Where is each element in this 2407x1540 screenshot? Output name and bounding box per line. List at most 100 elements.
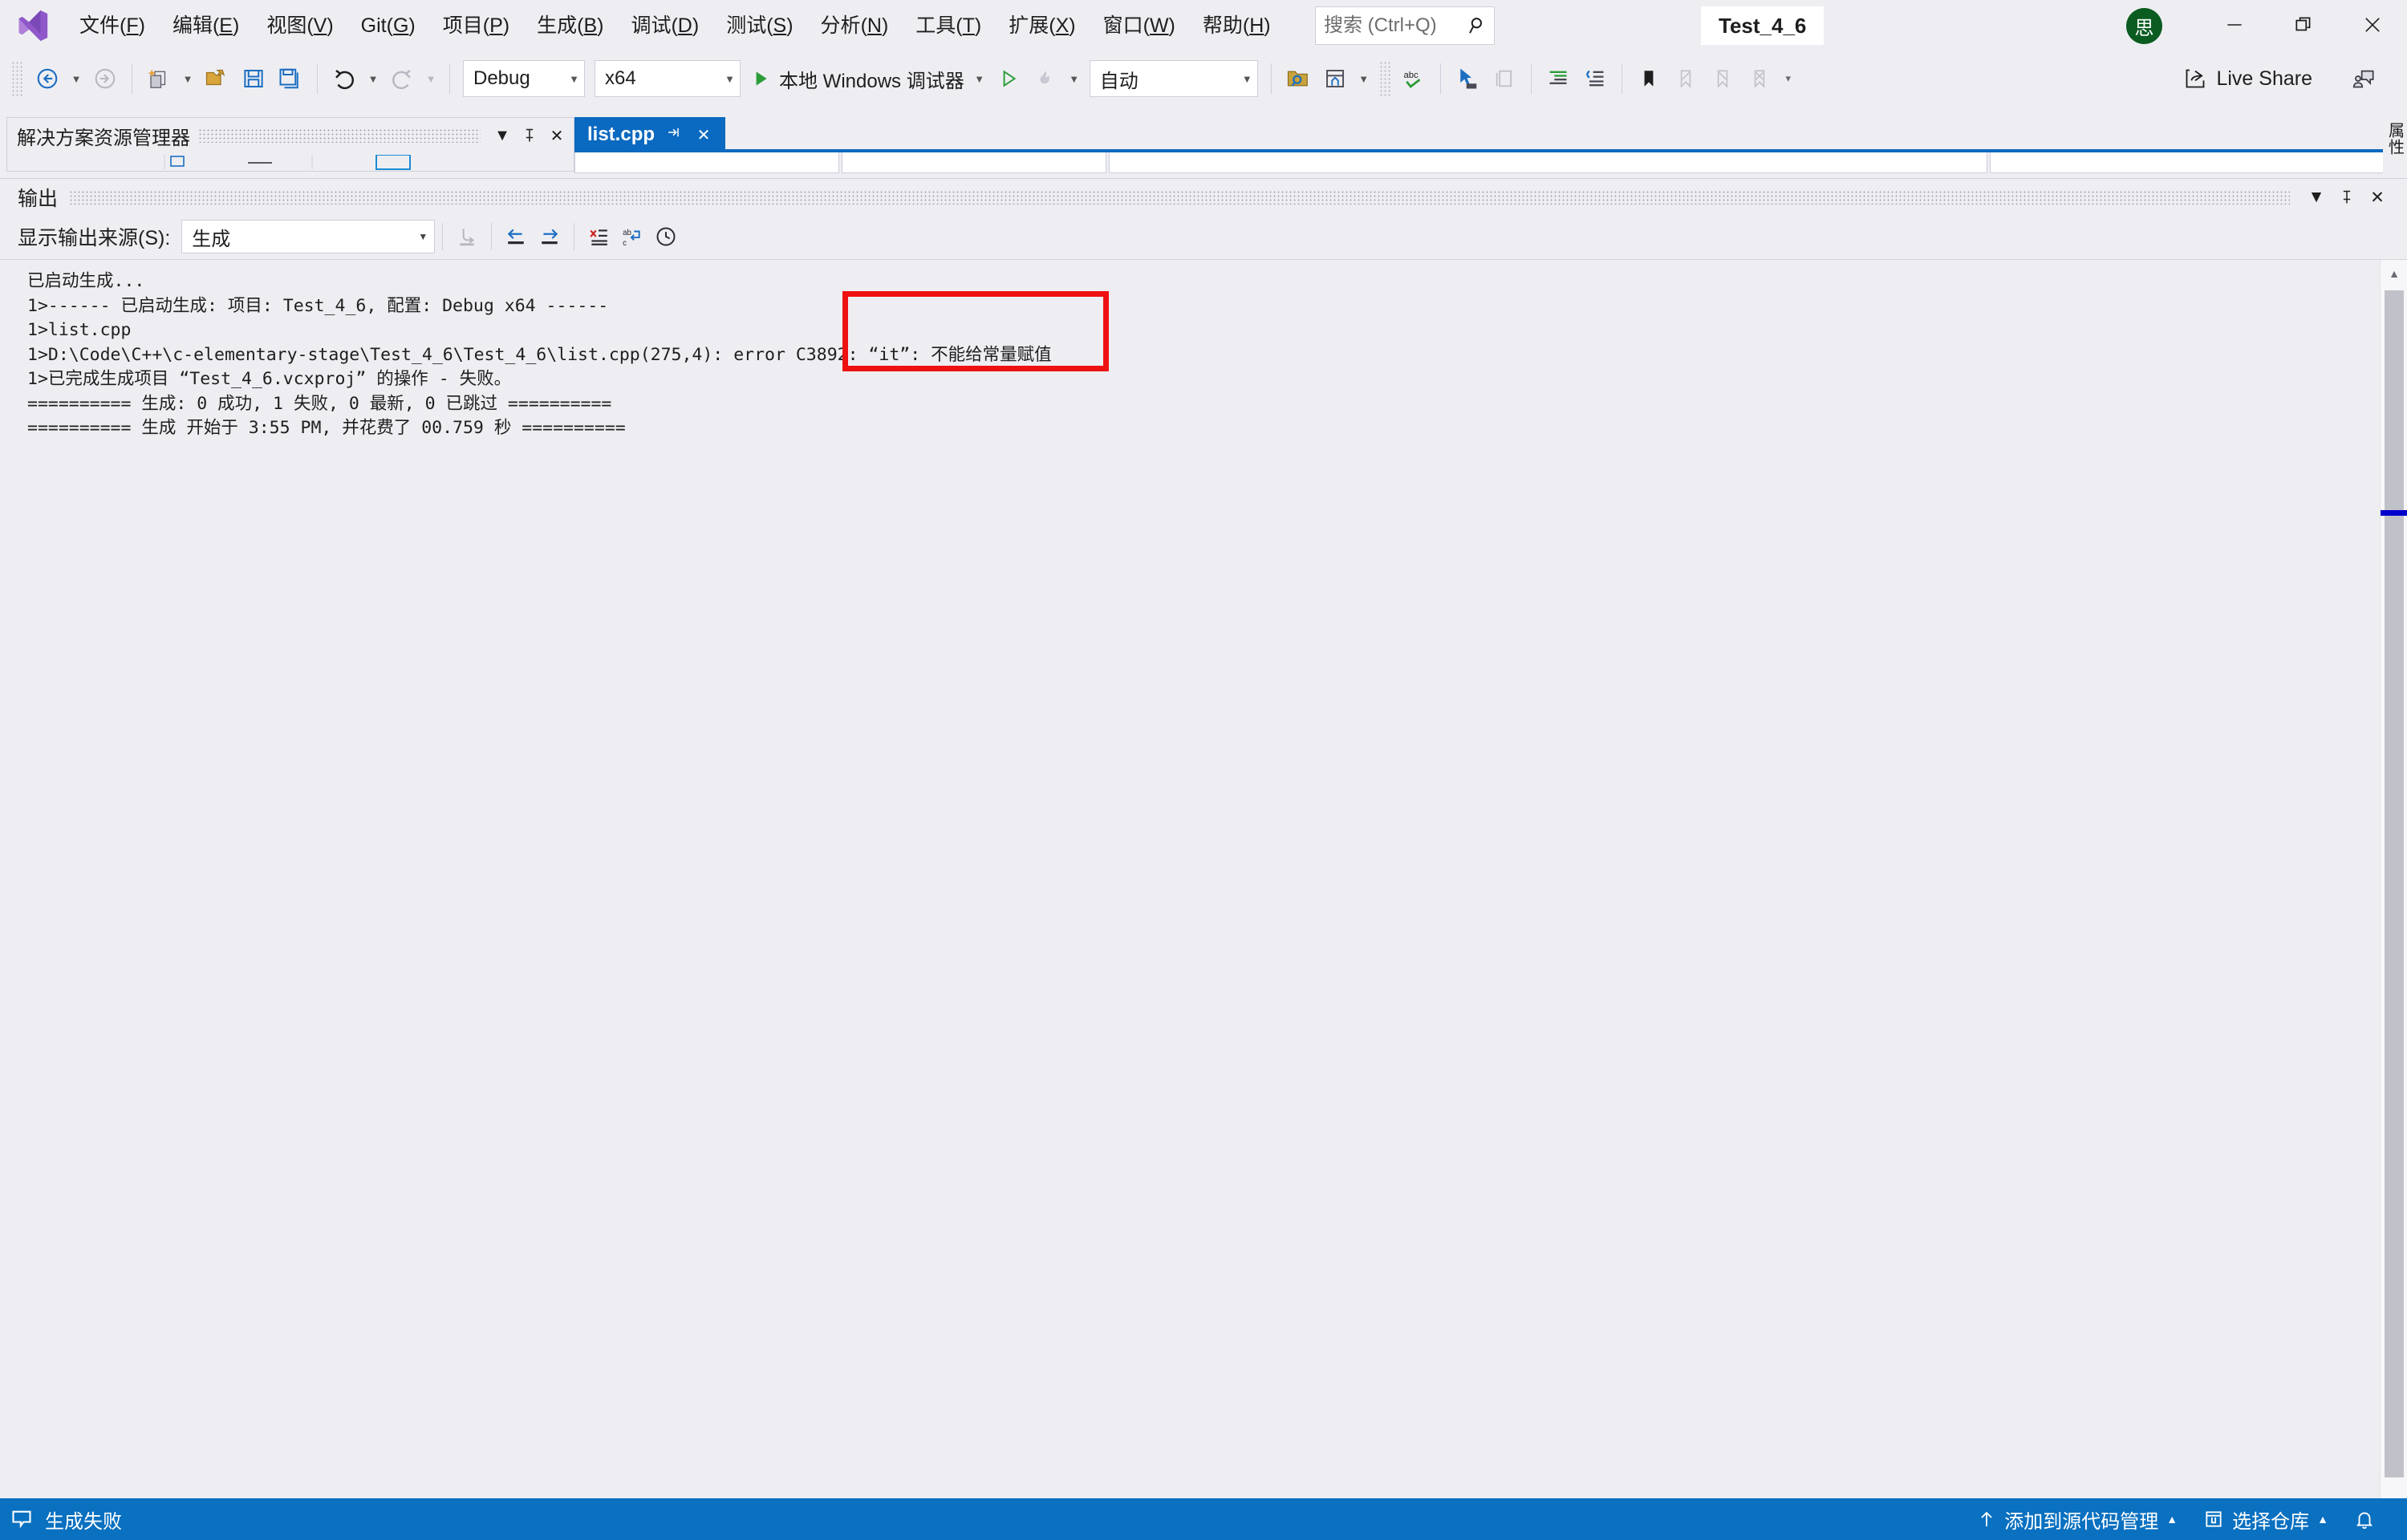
- svg-text:ab: ab: [623, 229, 631, 237]
- repository-label: 选择仓库: [2232, 1510, 2310, 1533]
- close-icon[interactable]: ✕: [2362, 180, 2393, 214]
- select-repository-button[interactable]: 选择仓库 ▲: [2190, 1498, 2341, 1540]
- clear-bookmarks-icon: [1741, 58, 1778, 99]
- menu-project[interactable]: 项目(P): [429, 7, 523, 44]
- menu-test[interactable]: 测试(S): [712, 7, 806, 44]
- new-project-icon[interactable]: [140, 58, 177, 99]
- build-status-text: 生成失败: [45, 1510, 122, 1533]
- find-in-files-icon[interactable]: [1280, 58, 1317, 99]
- bookmarks-overflow-icon[interactable]: ▾: [1778, 58, 1799, 99]
- navigate-backward-dropdown-icon[interactable]: ▼: [66, 58, 87, 99]
- navigate-backward-icon[interactable]: [29, 58, 66, 99]
- minimize-button[interactable]: [2200, 0, 2269, 50]
- toggle-timestamps-icon[interactable]: [649, 218, 683, 255]
- scroll-up-arrow-icon[interactable]: ▲: [2381, 260, 2407, 287]
- menu-extensions[interactable]: 扩展(X): [995, 7, 1089, 44]
- menu-view[interactable]: 视图(V): [253, 7, 347, 44]
- notifications-button[interactable]: [2341, 1498, 2388, 1540]
- menu-analyze[interactable]: 分析(N): [807, 7, 903, 44]
- output-window: 输出 ▼ ✕ 显示输出来源(S): 生成 ▼ ab c 已启动生成... 1>-…: [0, 178, 2407, 1500]
- increase-indent-icon[interactable]: [1540, 58, 1577, 99]
- debug-target-combo[interactable]: 自动 ▼: [1089, 60, 1258, 97]
- tab-list-cpp[interactable]: list.cpp ✕: [574, 117, 726, 152]
- chevron-down-icon[interactable]: ▼: [2301, 180, 2332, 214]
- clear-all-icon[interactable]: [582, 218, 615, 255]
- add-to-source-control-button[interactable]: 添加到源代码管理 ▲: [1964, 1498, 2190, 1540]
- redo-dropdown-icon: ▼: [425, 72, 436, 85]
- solution-platform-combo[interactable]: x64 ▼: [595, 60, 741, 97]
- navbar-scope-dropdown[interactable]: [842, 152, 1106, 173]
- menu-tools[interactable]: 工具(T): [902, 7, 995, 44]
- output-body[interactable]: 已启动生成... 1>------ 已启动生成: 项目: Test_4_6, 配…: [0, 259, 2407, 1500]
- output-line: 1>list.cpp: [27, 320, 132, 340]
- close-icon[interactable]: ✕: [543, 120, 570, 151]
- menu-file[interactable]: 文件(F): [66, 7, 159, 44]
- document-tab-row: list.cpp ✕: [574, 117, 2396, 152]
- decrease-indent-icon[interactable]: [1577, 58, 1613, 99]
- close-button[interactable]: [2338, 0, 2407, 50]
- window-title: Test_4_6: [1701, 6, 1825, 45]
- menu-help[interactable]: 帮助(H): [1189, 7, 1285, 44]
- comment-selection-icon: [1486, 58, 1523, 99]
- navbar-extra-dropdown[interactable]: [1990, 152, 2391, 173]
- scrollbar-thumb[interactable]: [2385, 290, 2404, 1477]
- menu-bar: 文件(F) 编辑(E) 视图(V) Git(G) 项目(P) 生成(B) 调试(…: [66, 7, 1285, 44]
- close-icon[interactable]: ✕: [692, 125, 716, 145]
- toggle-bookmark-icon[interactable]: [1630, 58, 1667, 99]
- pin-icon[interactable]: [516, 120, 543, 151]
- play-icon: [756, 71, 767, 86]
- start-without-debugging-icon[interactable]: [990, 58, 1027, 99]
- menu-git[interactable]: Git(G): [347, 7, 429, 44]
- output-source-value: 生成: [192, 228, 231, 250]
- spell-check-icon[interactable]: abc: [1395, 58, 1432, 99]
- save-icon[interactable]: [235, 58, 272, 99]
- scrollbar-position-marker: [2381, 510, 2407, 516]
- search-box[interactable]: [1315, 6, 1495, 45]
- save-all-icon[interactable]: [272, 58, 309, 99]
- repository-icon: [2206, 1511, 2222, 1527]
- go-to-dropdown-icon[interactable]: ▼: [1354, 58, 1374, 99]
- pin-icon[interactable]: [2332, 180, 2362, 214]
- toolbar-grip[interactable]: [1378, 61, 1390, 96]
- navbar-project-dropdown[interactable]: [574, 152, 839, 173]
- go-to-definition-icon[interactable]: [1317, 58, 1354, 99]
- previous-message-icon[interactable]: [499, 218, 533, 255]
- select-tool-icon[interactable]: [1449, 58, 1486, 99]
- next-bookmark-icon: [1704, 58, 1741, 99]
- output-line-error[interactable]: 1>D:\Code\C++\c-elementary-stage\Test_4_…: [27, 343, 2380, 368]
- chevron-down-icon: ▼: [725, 72, 735, 85]
- hot-reload-dropdown-icon[interactable]: ▼: [1064, 58, 1085, 99]
- live-share-button[interactable]: Live Share: [2176, 58, 2320, 99]
- undo-icon[interactable]: [326, 58, 363, 99]
- output-line: 1>已完成生成项目 “Test_4_6.vcxproj” 的操作 - 失败。: [27, 369, 512, 389]
- maximize-button[interactable]: [2269, 0, 2338, 50]
- solution-configuration-combo[interactable]: Debug ▼: [463, 60, 585, 97]
- menu-build[interactable]: 生成(B): [523, 7, 617, 44]
- drag-handle[interactable]: [198, 128, 481, 143]
- start-debugging-button[interactable]: 本地 Windows 调试器: [745, 58, 969, 99]
- menu-window[interactable]: 窗口(W): [1090, 7, 1189, 44]
- new-project-dropdown-icon[interactable]: ▼: [177, 58, 198, 99]
- menu-edit[interactable]: 编辑(E): [159, 7, 253, 44]
- toolbar-grip[interactable]: [11, 61, 22, 96]
- toolbar-separator: [317, 63, 318, 94]
- toggle-word-wrap-icon[interactable]: ab c: [615, 218, 649, 255]
- menu-debug[interactable]: 调试(D): [617, 7, 712, 44]
- navbar-member-dropdown[interactable]: [1109, 152, 1987, 173]
- open-file-icon[interactable]: [198, 58, 235, 99]
- start-debugging-dropdown-icon[interactable]: ▼: [969, 58, 990, 99]
- svg-text:c: c: [623, 239, 627, 247]
- output-window-title: 输出: [18, 188, 59, 210]
- chevron-up-icon: ▲: [2166, 1513, 2178, 1526]
- next-message-icon[interactable]: [533, 218, 566, 255]
- send-feedback-icon[interactable]: [2341, 58, 2386, 99]
- output-vertical-scrollbar[interactable]: ▲: [2380, 260, 2407, 1500]
- undo-dropdown-icon[interactable]: ▼: [363, 58, 384, 99]
- chevron-down-icon: ▼: [418, 231, 428, 242]
- search-input[interactable]: [1316, 14, 1462, 37]
- chevron-down-icon[interactable]: ▼: [489, 120, 516, 151]
- pin-icon[interactable]: [661, 125, 685, 144]
- output-drag-handle[interactable]: [69, 190, 2290, 205]
- avatar[interactable]: 思: [2126, 8, 2162, 44]
- output-source-select[interactable]: 生成 ▼: [181, 220, 436, 253]
